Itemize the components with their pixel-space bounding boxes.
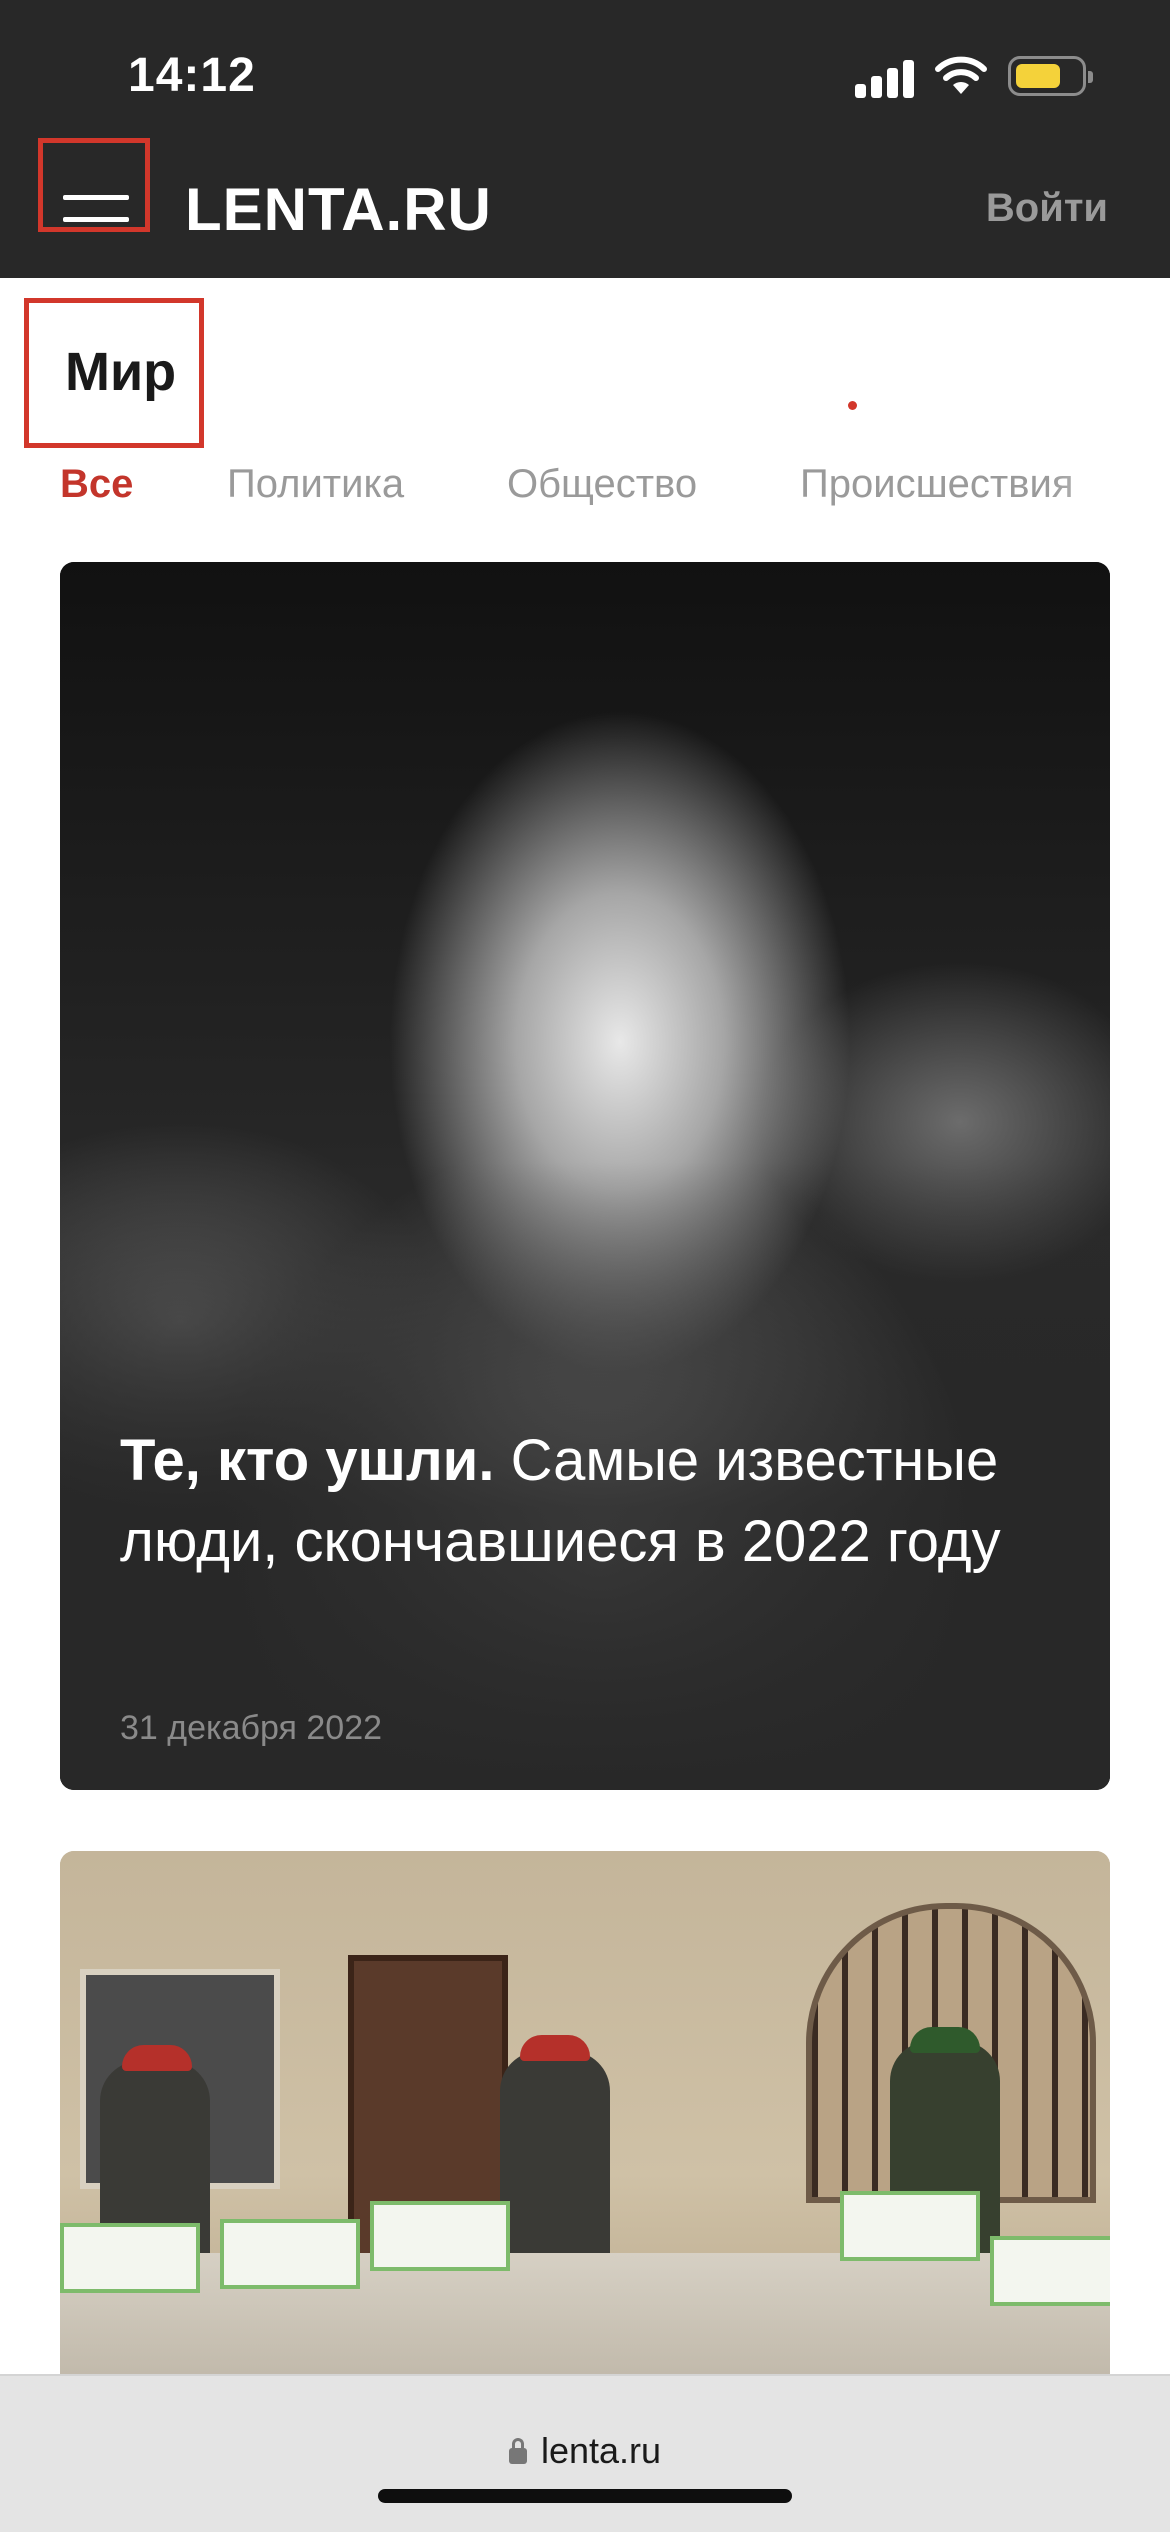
status-time: 14:12 — [128, 49, 256, 102]
wifi-icon — [935, 56, 987, 94]
category-tabs: Все Политика Общество Происшествия — [0, 462, 1170, 514]
image-sign — [840, 2191, 980, 2261]
section-title-box: Мир — [24, 298, 204, 448]
image-beret — [122, 2045, 192, 2071]
battery-icon — [1008, 56, 1093, 96]
cellular-signal-icon — [855, 58, 915, 98]
site-logo[interactable]: LENTA.RU — [185, 175, 492, 244]
login-button[interactable]: Войти — [986, 186, 1108, 231]
url-text: lenta.ru — [540, 2430, 662, 2471]
indicator-dot — [848, 401, 857, 410]
article-date: 31 декабря 2022 — [120, 1709, 383, 1747]
url-display[interactable]: lenta.ru — [0, 2430, 1170, 2472]
home-indicator[interactable] — [378, 2489, 792, 2503]
article-card[interactable]: Те, кто ушли. Самые известные люди, скон… — [60, 562, 1110, 1790]
article-headline[interactable]: Те, кто ушли. Самые известные люди, скон… — [120, 1420, 1050, 1582]
image-figure — [500, 2051, 610, 2281]
image-sign — [370, 2201, 510, 2271]
headline-bold: Те, кто ушли. — [120, 1428, 495, 1493]
section-title: Мир — [65, 342, 177, 402]
top-bar: 14:12 LENTA.RU Войти — [0, 0, 1170, 278]
image-beret — [910, 2027, 980, 2053]
image-beret — [520, 2035, 590, 2061]
tabs-fade — [1050, 462, 1170, 514]
tab-politics[interactable]: Политика — [227, 462, 404, 507]
image-table — [60, 2253, 1110, 2391]
page: 14:12 LENTA.RU Войти Мир Все Политика Об… — [0, 0, 1170, 2532]
image-sign — [60, 2223, 200, 2293]
image-sign — [990, 2236, 1110, 2306]
article-card[interactable] — [60, 1851, 1110, 2391]
browser-url-bar[interactable]: lenta.ru — [0, 2374, 1170, 2532]
tab-society[interactable]: Общество — [507, 462, 697, 507]
image-sign — [220, 2219, 360, 2289]
hamburger-menu-icon[interactable] — [38, 138, 150, 232]
tab-incidents[interactable]: Происшествия — [800, 462, 1074, 507]
tab-all[interactable]: Все — [60, 462, 133, 507]
lock-icon — [508, 2438, 527, 2464]
